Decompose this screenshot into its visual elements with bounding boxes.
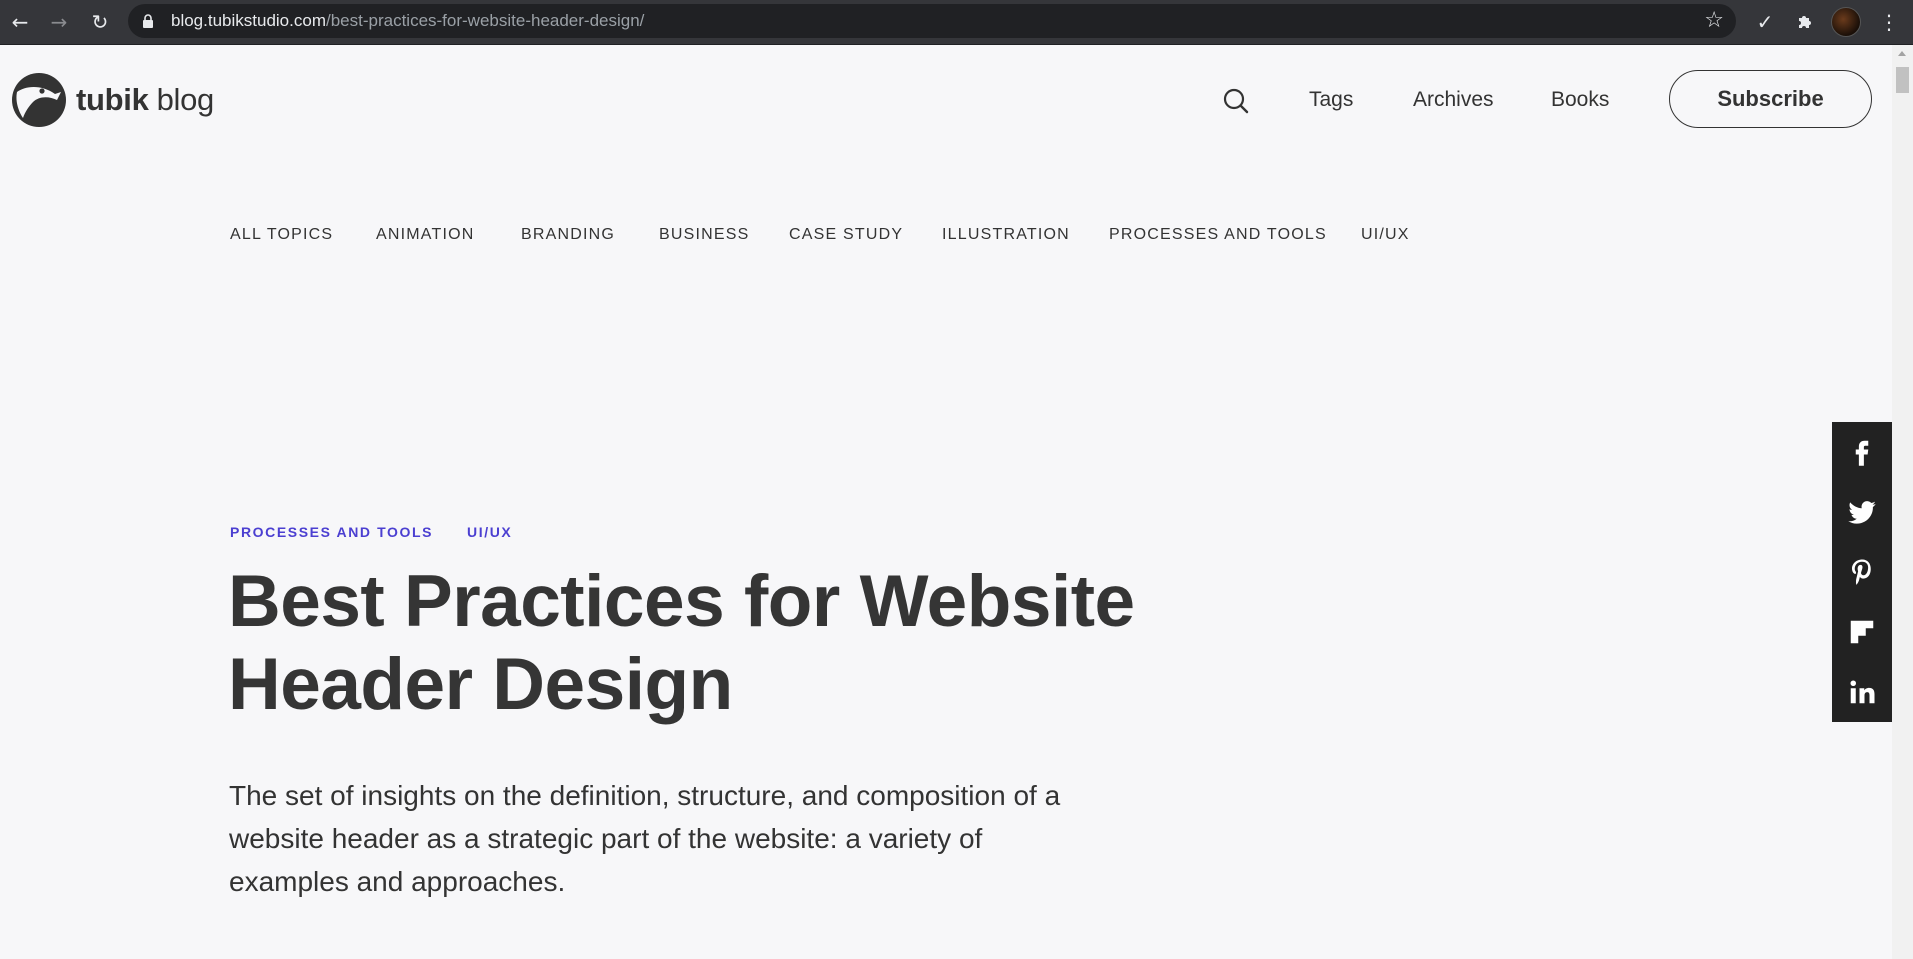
topic-all-topics[interactable]: ALL TOPICS [230, 226, 333, 244]
search-icon[interactable] [1222, 87, 1250, 115]
article-tag-ui-ux[interactable]: UI/UX [467, 524, 512, 540]
logo-text: tubik blog [76, 82, 214, 118]
checkmark-icon[interactable]: ✓ [1751, 8, 1779, 36]
article-tag-processes-and-tools[interactable]: PROCESSES AND TOOLS [230, 524, 433, 540]
topic-illustration[interactable]: ILLUSTRATION [942, 226, 1070, 244]
pinterest-icon[interactable] [1832, 542, 1892, 602]
subscribe-button[interactable]: Subscribe [1669, 70, 1872, 128]
reload-icon[interactable]: ↻ [84, 6, 116, 38]
address-bar[interactable]: blog.tubikstudio.com/best-practices-for-… [128, 4, 1736, 38]
url-path: /best-practices-for-website-header-desig… [325, 11, 645, 30]
article-title-line-1: Best Practices for Website [228, 561, 1135, 642]
scroll-thumb[interactable] [1896, 67, 1909, 93]
star-icon[interactable]: ☆ [1704, 8, 1724, 33]
topic-business[interactable]: BUSINESS [659, 226, 750, 244]
forward-arrow-icon[interactable]: → [43, 6, 75, 38]
lock-icon [143, 14, 153, 28]
topic-branding[interactable]: BRANDING [521, 226, 615, 244]
linkedin-icon[interactable] [1832, 662, 1892, 722]
nav-link-books[interactable]: Books [1551, 88, 1609, 112]
article-title-line-2: Header Design [228, 644, 733, 725]
puzzle-icon[interactable] [1791, 8, 1819, 36]
page-scrollbar[interactable] [1892, 45, 1913, 959]
facebook-icon[interactable] [1832, 422, 1892, 482]
scroll-up-arrow-icon[interactable] [1898, 51, 1906, 56]
topic-case-study[interactable]: CASE STUDY [789, 226, 903, 244]
topic-ui-ux[interactable]: UI/UX [1361, 226, 1410, 244]
logo-suffix: blog [156, 82, 215, 117]
tubik-logo-icon [12, 73, 66, 127]
url-text: blog.tubikstudio.com/best-practices-for-… [171, 4, 644, 38]
url-host: blog.tubikstudio.com [171, 11, 326, 30]
browser-toolbar: ← → ↻ blog.tubikstudio.com/best-practice… [0, 0, 1913, 45]
share-bar [1832, 422, 1892, 722]
article-title: Best Practices for Website Header Design [228, 560, 1228, 726]
nav-link-tags[interactable]: Tags [1309, 88, 1353, 112]
back-arrow-icon[interactable]: ← [4, 6, 36, 38]
site-logo[interactable]: tubik blog [11, 71, 214, 129]
nav-link-archives[interactable]: Archives [1413, 88, 1494, 112]
profile-avatar[interactable] [1831, 7, 1861, 37]
topic-animation[interactable]: ANIMATION [376, 226, 475, 244]
flipboard-icon[interactable] [1832, 602, 1892, 662]
menu-dots-icon[interactable]: ⋮ [1875, 8, 1903, 36]
twitter-icon[interactable] [1832, 482, 1892, 542]
article-lead: The set of insights on the definition, s… [229, 780, 1061, 897]
topic-processes-and-tools[interactable]: PROCESSES AND TOOLS [1109, 226, 1327, 244]
logo-brand: tubik [76, 82, 149, 117]
